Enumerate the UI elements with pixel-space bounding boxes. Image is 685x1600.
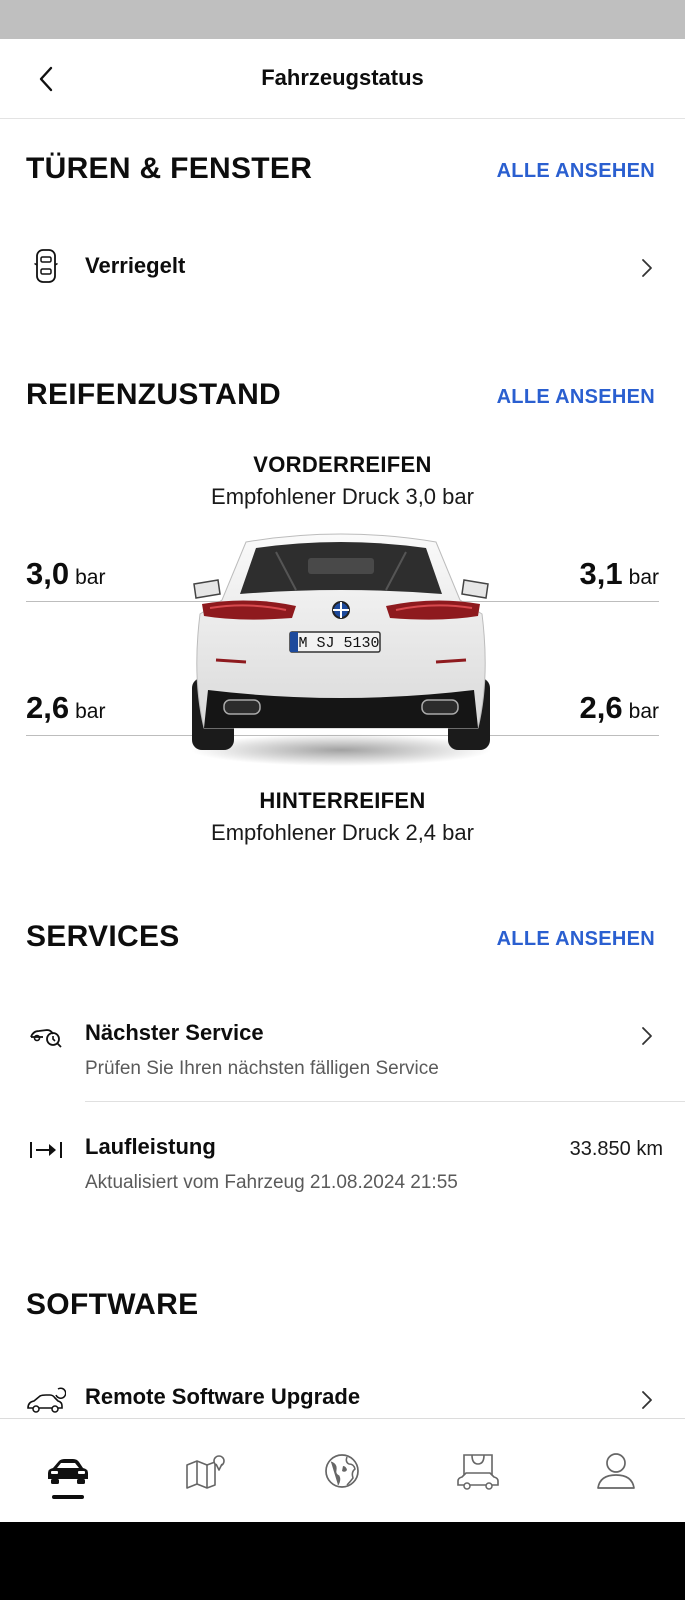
- doors-status-row[interactable]: Verriegelt: [0, 240, 685, 296]
- rear-left-pressure: 2,6 bar: [26, 690, 105, 726]
- front-tires-recommended: Empfohlener Druck 3,0 bar: [211, 484, 474, 509]
- rear-right-unit: bar: [628, 700, 659, 723]
- services-see-all-link[interactable]: ALLE ANSEHEN: [497, 928, 655, 951]
- rear-left-value: 2,6: [26, 690, 70, 725]
- remote-software-upgrade-title: Remote Software Upgrade: [85, 1384, 361, 1409]
- mileage-title: Laufleistung: [85, 1134, 216, 1159]
- active-tab-indicator: [52, 1495, 84, 1499]
- rear-tires-heading: HINTERREIFEN: [259, 788, 426, 813]
- front-left-value: 3,0: [26, 556, 70, 591]
- front-right-pressure: 3,1 bar: [580, 556, 659, 592]
- tires-see-all-link[interactable]: ALLE ANSEHEN: [497, 386, 655, 409]
- nav-shop-tab[interactable]: [448, 1441, 508, 1501]
- status-bar: [0, 0, 685, 39]
- profile-icon: [597, 1453, 635, 1489]
- front-tires-heading: VORDERREIFEN: [253, 452, 432, 477]
- front-left-unit: bar: [75, 566, 106, 589]
- rear-right-value: 2,6: [579, 690, 623, 725]
- nav-profile-tab[interactable]: [586, 1441, 646, 1501]
- page-title: Fahrzeugstatus: [261, 65, 424, 90]
- rear-tires-recommended: Empfohlener Druck 2,4 bar: [211, 820, 474, 845]
- nav-car-tab[interactable]: [38, 1441, 98, 1501]
- front-left-pressure: 3,0 bar: [26, 556, 105, 592]
- car-icon: [48, 1459, 88, 1484]
- tires-section-title: REIFENZUSTAND: [26, 378, 282, 411]
- car-rear-image: M SJ 5130: [191, 533, 491, 766]
- next-service-subtitle: Prüfen Sie Ihren nächsten fälligen Servi…: [85, 1058, 439, 1079]
- doors-see-all-link[interactable]: ALLE ANSEHEN: [497, 160, 655, 183]
- shopping-bag-icon: [457, 1454, 499, 1490]
- rear-left-unit: bar: [75, 700, 106, 723]
- chevron-right-icon: [637, 256, 657, 280]
- services-divider: [85, 1101, 685, 1102]
- doors-section-title: TÜREN & FENSTER: [26, 152, 313, 185]
- car-top-view-icon: [26, 246, 66, 286]
- services-section-title: SERVICES: [26, 920, 180, 953]
- system-navigation-bar: [0, 1522, 685, 1600]
- chevron-right-icon: [637, 1388, 657, 1412]
- front-right-unit: bar: [628, 566, 659, 589]
- service-icon: [26, 1016, 66, 1056]
- next-service-row[interactable]: Nächster Service Prüfen Sie Ihren nächst…: [0, 1010, 685, 1100]
- bottom-navigation: [0, 1418, 685, 1522]
- rear-right-pressure: 2,6 bar: [580, 690, 659, 726]
- odometer-arrow-icon: [26, 1130, 66, 1170]
- software-section-title: SOFTWARE: [26, 1288, 199, 1321]
- globe-icon: [325, 1454, 359, 1488]
- mileage-value: 33.850 km: [569, 1138, 663, 1160]
- front-tires-info: VORDERREIFEN Empfohlener Druck 3,0 bar: [0, 452, 685, 510]
- next-service-title: Nächster Service: [85, 1020, 264, 1045]
- app-header: Fahrzeugstatus: [0, 39, 685, 119]
- nav-explore-tab[interactable]: [312, 1441, 372, 1501]
- front-right-value: 3,1: [579, 556, 623, 591]
- rear-tires-info: HINTERREIFEN Empfohlener Druck 2,4 bar: [0, 788, 685, 846]
- license-plate-text: M SJ 5130: [298, 635, 379, 652]
- map-pin-icon: [186, 1455, 225, 1489]
- mileage-subtitle: Aktualisiert vom Fahrzeug 21.08.2024 21:…: [85, 1172, 458, 1193]
- car-update-icon: [26, 1380, 66, 1418]
- nav-map-tab[interactable]: [176, 1441, 236, 1501]
- mileage-row: Laufleistung Aktualisiert vom Fahrzeug 2…: [0, 1124, 685, 1204]
- chevron-right-icon: [637, 1024, 657, 1048]
- doors-status-label: Verriegelt: [85, 253, 186, 278]
- remote-software-upgrade-row[interactable]: Remote Software Upgrade: [0, 1380, 685, 1418]
